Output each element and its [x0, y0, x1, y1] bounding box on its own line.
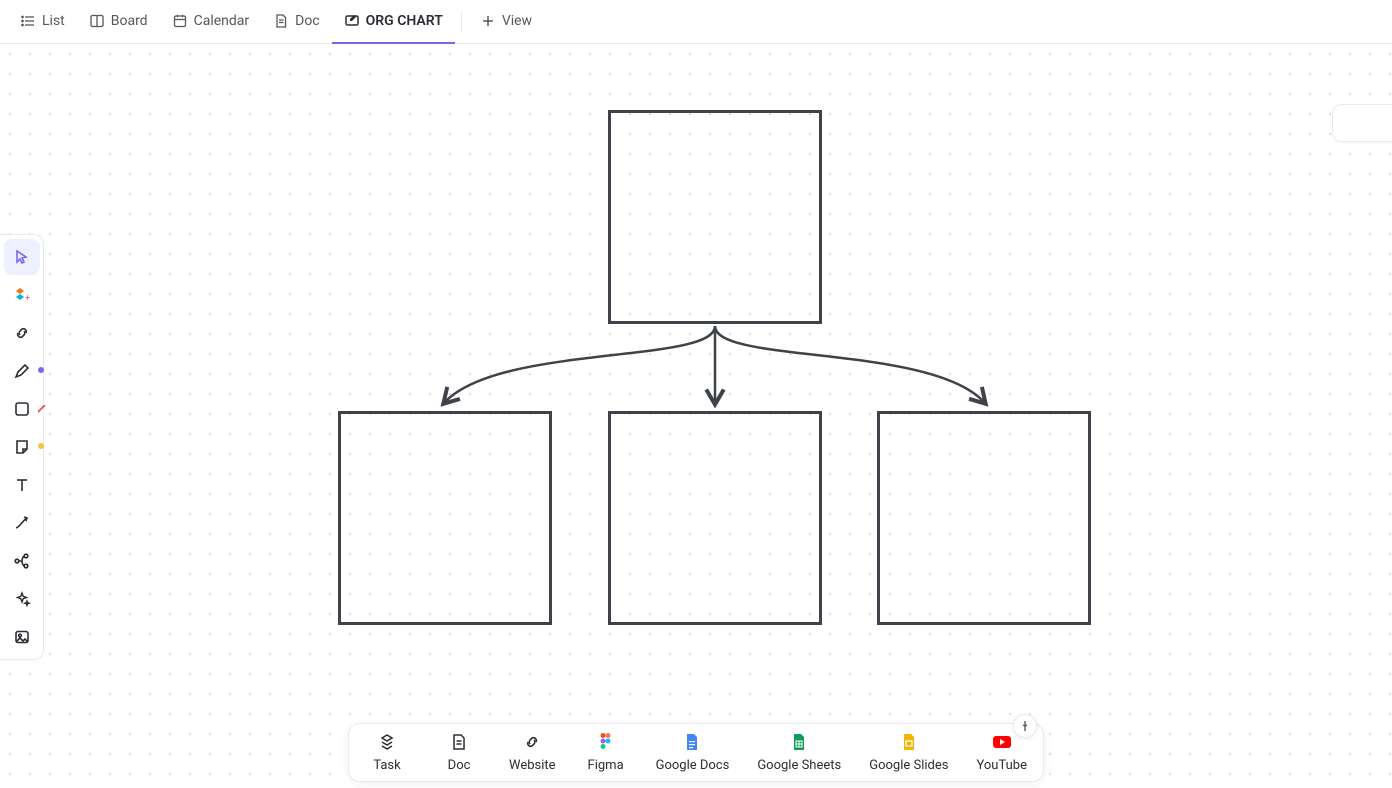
- tool-pen[interactable]: [4, 353, 40, 389]
- color-dot: [38, 443, 44, 449]
- dock-gsheets[interactable]: Google Sheets: [757, 732, 841, 773]
- tool-ai-shapes[interactable]: +: [4, 277, 40, 313]
- gsheets-icon: [789, 732, 809, 752]
- plus-icon: [480, 13, 496, 29]
- dock-label: Google Docs: [656, 758, 730, 773]
- figma-icon: [596, 732, 616, 752]
- tool-pointer[interactable]: [4, 239, 40, 275]
- canvas-controls[interactable]: [1332, 104, 1392, 142]
- tab-list[interactable]: List: [8, 0, 77, 44]
- tab-add-view[interactable]: View: [468, 0, 544, 44]
- tool-link[interactable]: [4, 315, 40, 351]
- pin-button[interactable]: [1013, 714, 1037, 738]
- calendar-icon: [172, 13, 188, 29]
- view-tabs: List Board Calendar Doc ORG CHART View: [0, 0, 1392, 44]
- gdocs-icon: [682, 732, 702, 752]
- tab-label: Calendar: [194, 13, 250, 29]
- dock-task[interactable]: Task: [365, 732, 409, 773]
- svg-text:+: +: [25, 294, 30, 304]
- link-icon: [522, 732, 542, 752]
- dock-label: Figma: [588, 758, 624, 773]
- doc-icon: [273, 13, 289, 29]
- tool-shape[interactable]: [4, 391, 40, 427]
- color-dot: [38, 367, 44, 373]
- dock-doc[interactable]: Doc: [437, 732, 481, 773]
- tool-mindmap[interactable]: [4, 543, 40, 579]
- task-icon: [377, 732, 397, 752]
- connectors: [0, 44, 1392, 788]
- dock-label: Task: [373, 758, 400, 773]
- tool-connector[interactable]: [4, 505, 40, 541]
- list-icon: [20, 13, 36, 29]
- whiteboard-canvas[interactable]: +: [0, 44, 1392, 788]
- gslides-icon: [899, 732, 919, 752]
- dock-label: Doc: [448, 758, 471, 773]
- dock-figma[interactable]: Figma: [584, 732, 628, 773]
- dock-gslides[interactable]: Google Slides: [869, 732, 948, 773]
- tool-text[interactable]: [4, 467, 40, 503]
- tab-label: Board: [111, 13, 148, 29]
- canvas-toolbar: +: [0, 234, 44, 660]
- dock-youtube[interactable]: YouTube: [976, 732, 1027, 773]
- tool-ai-sparkle[interactable]: [4, 581, 40, 617]
- tool-image[interactable]: [4, 619, 40, 655]
- whiteboard-icon: [344, 13, 360, 29]
- tab-label: View: [502, 13, 532, 29]
- tab-label: List: [42, 13, 65, 29]
- dock-label: Website: [509, 758, 556, 773]
- dock-gdocs[interactable]: Google Docs: [656, 732, 730, 773]
- nav-divider: [461, 12, 462, 32]
- tab-doc[interactable]: Doc: [261, 0, 332, 44]
- tab-label: Doc: [295, 13, 320, 29]
- doc-icon: [449, 732, 469, 752]
- dock-label: YouTube: [976, 758, 1027, 773]
- youtube-icon: [992, 732, 1012, 752]
- dock-label: Google Sheets: [757, 758, 841, 773]
- embed-dock: Task Doc Website Figma Google Docs: [348, 723, 1044, 782]
- color-dot: [38, 405, 44, 411]
- tab-org-chart[interactable]: ORG CHART: [332, 0, 455, 44]
- board-icon: [89, 13, 105, 29]
- dock-website[interactable]: Website: [509, 732, 556, 773]
- dock-label: Google Slides: [869, 758, 948, 773]
- tab-calendar[interactable]: Calendar: [160, 0, 262, 44]
- tool-sticky[interactable]: [4, 429, 40, 465]
- tab-label: ORG CHART: [366, 13, 443, 29]
- tab-board[interactable]: Board: [77, 0, 160, 44]
